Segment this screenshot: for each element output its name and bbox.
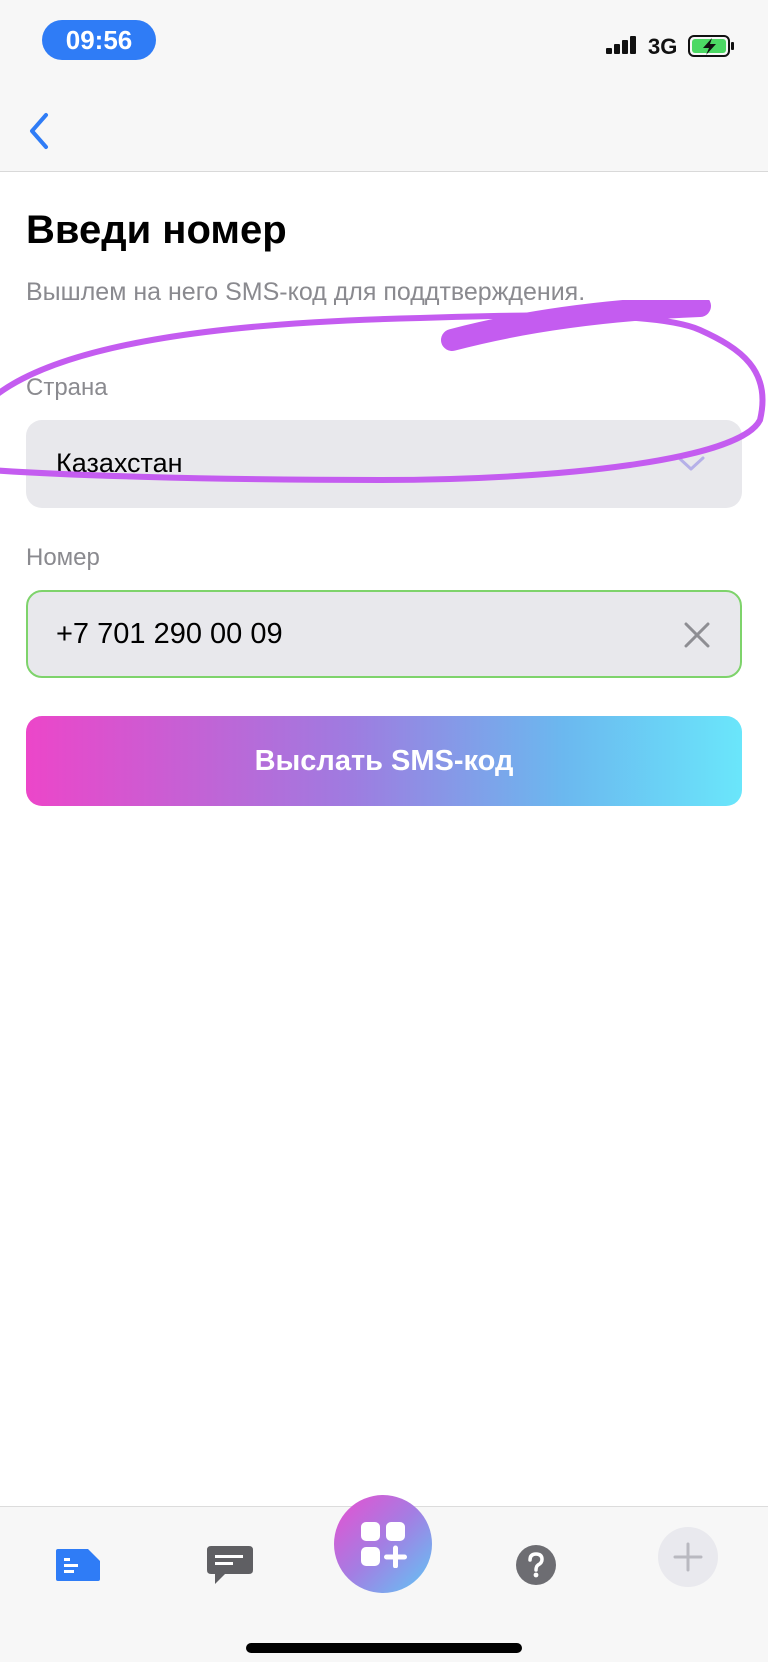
phone-value: +7 701 290 00 09: [56, 618, 283, 650]
country-label: Страна: [26, 374, 108, 401]
country-select[interactable]: Казахстан: [26, 420, 742, 508]
number-label: Номер: [26, 544, 100, 571]
chevron-left-icon: [30, 113, 48, 149]
page-title: Введи номер: [26, 208, 287, 252]
network-type: 3G: [648, 34, 678, 59]
chat-icon: [207, 1546, 253, 1584]
home-indicator: [246, 1643, 522, 1653]
tab-chat[interactable]: [198, 1535, 262, 1595]
send-sms-button[interactable]: Выслать SMS-код: [26, 716, 742, 806]
plus-icon: [673, 1542, 703, 1572]
tab-help[interactable]: [504, 1535, 568, 1595]
page-subtitle: Вышлем на него SMS-код для поддтверждени…: [26, 278, 586, 306]
country-value: Казахстан: [56, 448, 183, 478]
nav-bar: [0, 90, 768, 172]
back-button[interactable]: [14, 106, 64, 156]
tab-feed[interactable]: [46, 1535, 110, 1595]
status-bar: 09:56 3G: [0, 0, 768, 90]
signal-bars-icon: [606, 36, 636, 54]
status-time: 09:56: [42, 20, 156, 60]
screen: 09:56 3G Введи номер Вышлем на него SMS-…: [0, 0, 768, 1662]
add-circle: [658, 1527, 718, 1587]
tab-apps-add[interactable]: [334, 1495, 432, 1593]
apps-add-icon: [361, 1522, 407, 1568]
battery-charging-icon: [688, 35, 734, 57]
tab-bar: [0, 1495, 768, 1662]
tab-add[interactable]: [656, 1527, 720, 1587]
clear-icon[interactable]: [680, 618, 714, 652]
feed-icon: [56, 1549, 100, 1581]
phone-input[interactable]: +7 701 290 00 09: [26, 590, 742, 678]
help-icon: [516, 1545, 556, 1585]
chevron-down-icon: [677, 456, 705, 471]
